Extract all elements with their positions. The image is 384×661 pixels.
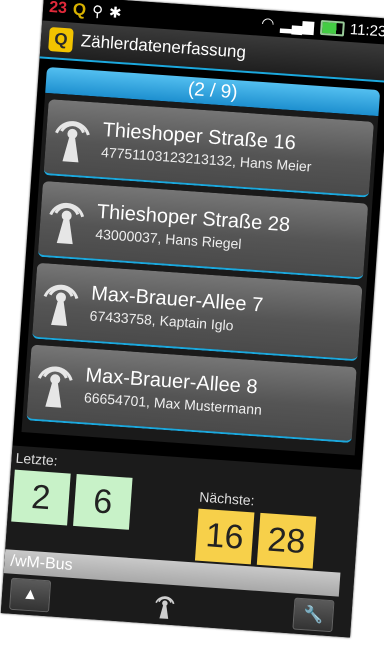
next-value-2: 28 <box>256 512 317 569</box>
last-label: Letzte: <box>15 449 59 469</box>
settings-button[interactable]: 🔧 <box>292 597 335 633</box>
triangle-up-icon: ▲ <box>21 585 39 604</box>
next-value-1: 16 <box>194 508 255 565</box>
reading-panel: Letzte: 2 6 Nächste: 16 28 /wM-Bus ▲ 🔧 <box>0 445 362 638</box>
screenshot-stage: 23 Q ⚲ ✱ ◠ ▂▄▆ 11:23 Q Zählerdatenerfass… <box>0 0 384 661</box>
last-value-2: 6 <box>73 473 133 530</box>
list-item[interactable]: Max-Brauer-Allee 7 67433758, Kaptain Igl… <box>32 262 363 362</box>
antenna-icon <box>43 284 79 326</box>
app-notification-icon: Q <box>72 0 87 20</box>
list-item[interactable]: Thieshoper Straße 16 47751103123213132, … <box>43 99 374 198</box>
app-logo: Q <box>48 27 74 53</box>
next-label: Nächste: <box>198 488 256 509</box>
meter-list: Thieshoper Straße 16 47751103123213132, … <box>21 92 379 456</box>
antenna-icon <box>55 121 90 163</box>
bluetooth-icon: ✱ <box>108 4 123 22</box>
antenna-icon <box>155 596 175 619</box>
list-item[interactable]: Max-Brauer-Allee 8 66654701, Max Musterm… <box>26 344 357 444</box>
battery-icon <box>319 19 345 37</box>
clock: 11:23 <box>349 20 384 40</box>
list-item[interactable]: Thieshoper Straße 28 43000037, Hans Rieg… <box>37 180 369 280</box>
antenna-icon <box>49 202 85 245</box>
last-value-1: 2 <box>11 469 71 526</box>
antenna-icon <box>37 366 73 408</box>
scroll-up-button[interactable]: ▲ <box>9 577 52 613</box>
signal-icon: ▂▄▆ <box>279 16 315 36</box>
notification-count: 23 <box>48 0 68 18</box>
phone-screen: 23 Q ⚲ ✱ ◠ ▂▄▆ 11:23 Q Zählerdatenerfass… <box>0 0 384 638</box>
usb-icon: ⚲ <box>91 2 104 21</box>
wifi-icon: ◠ <box>260 14 275 33</box>
page-title: Zählerdatenerfassung <box>80 31 247 62</box>
wrench-icon: 🔧 <box>302 606 324 625</box>
